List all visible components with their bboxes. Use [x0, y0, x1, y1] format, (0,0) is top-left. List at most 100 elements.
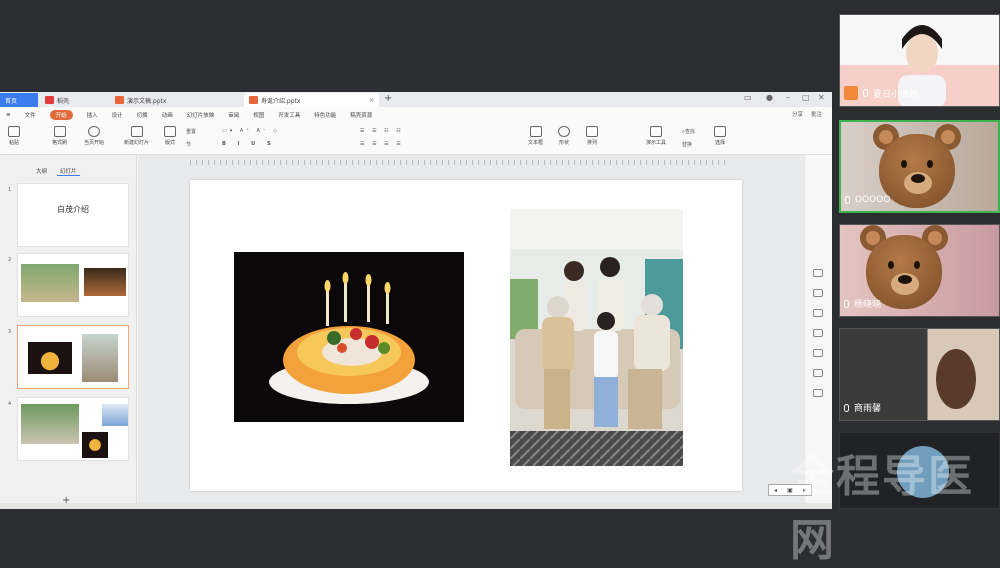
window-icon[interactable]: ▭: [744, 93, 752, 102]
microphone-icon: [844, 299, 849, 308]
thumbnail-title: 白茂介绍: [57, 205, 89, 214]
button-label: 重置: [186, 129, 197, 135]
play-icon: [88, 126, 100, 137]
tool-icon[interactable]: [813, 349, 823, 357]
microphone-icon: [845, 196, 850, 204]
zoom-out-icon[interactable]: ◂: [774, 487, 777, 494]
font-style-controls[interactable]: B I U S: [222, 141, 276, 147]
button-label: 查找: [684, 129, 695, 135]
participant-label: OOOOO: [845, 195, 890, 205]
close-icon[interactable]: ×: [369, 97, 374, 104]
slide-number: 2: [8, 257, 12, 263]
cake-illustration: [269, 272, 429, 404]
menu-item-design[interactable]: 设计: [112, 111, 123, 119]
tab-current-document[interactable]: 寿诞介绍.pptx ×: [244, 93, 379, 107]
hamburger-icon[interactable]: ≡: [6, 112, 11, 118]
slide-thumbnail-1[interactable]: 白茂介绍: [17, 183, 129, 247]
docer-icon: [45, 96, 54, 104]
find-button[interactable]: ⌕查找: [682, 128, 695, 135]
close-window-icon[interactable]: ✕: [818, 93, 825, 102]
avatar-icon[interactable]: ●: [766, 93, 773, 102]
document-tab-bar: 首页 稻壳 演示文稿.pptx 寿诞介绍.pptx × + ▭ ● – ▢ ✕: [0, 92, 832, 107]
button-label: 形状: [558, 140, 569, 146]
participant-tile-2[interactable]: OOOOO: [839, 120, 1000, 213]
tool-icon[interactable]: [813, 369, 823, 377]
desktop-background: [0, 0, 832, 92]
menu-item-home[interactable]: 开始: [49, 109, 73, 120]
minimize-icon[interactable]: –: [786, 93, 790, 102]
reset-button[interactable]: 重置: [186, 128, 196, 135]
tab-home[interactable]: 首页: [0, 93, 38, 107]
menu-item-animation[interactable]: 动画: [162, 111, 173, 119]
cursor-icon: [714, 126, 726, 137]
layout-button[interactable]: 版式: [164, 126, 176, 146]
participant-tile-4[interactable]: 商雨馨: [839, 328, 1000, 421]
thumbnail-photo: [21, 404, 79, 444]
paste-button[interactable]: 粘贴: [8, 126, 20, 146]
textbox-button[interactable]: 文本框: [528, 126, 543, 146]
menu-item-resources[interactable]: 稿壳资源: [350, 111, 372, 119]
arrange-button[interactable]: 排列: [586, 126, 598, 146]
thumbnail-photo: [82, 432, 108, 458]
alignment-controls[interactable]: ☰ ☰ ☰ ☰: [360, 141, 404, 147]
presentation-app-window: 首页 稻壳 演示文稿.pptx 寿诞介绍.pptx × + ▭ ● – ▢ ✕ ≡…: [0, 92, 832, 509]
menu-item-insert[interactable]: 插入: [87, 111, 98, 119]
slide-thumbnail-2[interactable]: [17, 253, 129, 317]
participant-tile-3[interactable]: 杨晓晓: [839, 224, 1000, 317]
maximize-icon[interactable]: ▢: [802, 93, 810, 102]
menu-item-review[interactable]: 审阅: [228, 111, 239, 119]
thumbnail-photo: [21, 264, 79, 302]
tab-docer[interactable]: 稻壳: [40, 93, 108, 107]
tool-icon[interactable]: [813, 269, 823, 277]
menu-item-transition[interactable]: 切换: [137, 111, 148, 119]
thumbnail-cake-photo: [28, 342, 72, 374]
button-label: 粘贴: [8, 140, 19, 146]
microphone-icon: [844, 403, 849, 412]
tab-presentation[interactable]: 演示文稿.pptx: [110, 93, 240, 107]
tab-label: 寿诞介绍.pptx: [261, 97, 301, 105]
format-painter-button[interactable]: 格式刷: [52, 126, 67, 146]
participant-name: 商雨馨: [854, 404, 882, 414]
replace-button[interactable]: 替换: [682, 141, 692, 148]
menu-item-view[interactable]: 视图: [253, 111, 264, 119]
comment-button[interactable]: 批注: [811, 110, 822, 118]
font-format-controls[interactable]: ▭▾ A⁺ A⁻ ◇: [222, 128, 280, 134]
family-photo[interactable]: [510, 209, 683, 466]
participant-label: 杨晓晓: [844, 297, 881, 310]
select-button[interactable]: 选择: [714, 126, 726, 146]
cake-photo[interactable]: [234, 252, 464, 422]
section-button[interactable]: 节: [186, 141, 191, 148]
participant-name: 夏日小清新: [873, 89, 919, 100]
new-tab-button[interactable]: +: [384, 93, 392, 104]
slide-thumbnail-3[interactable]: [17, 325, 129, 389]
menu-item-developer[interactable]: 开发工具: [278, 111, 300, 119]
tab-slides[interactable]: 幻灯片: [57, 167, 80, 176]
tool-icon[interactable]: [813, 309, 823, 317]
button-label: 选择: [714, 140, 725, 146]
arrange-icon: [586, 126, 598, 137]
tool-icon[interactable]: [813, 289, 823, 297]
tab-label: 稻壳: [57, 97, 70, 105]
slide-thumbnail-4[interactable]: [17, 397, 129, 461]
tool-icon[interactable]: [813, 329, 823, 337]
participant-tile-1[interactable]: 夏日小清新: [839, 14, 1000, 107]
status-bar: [0, 503, 832, 509]
panel-tabs: 大纲 幻灯片: [36, 167, 80, 176]
participant-name: 杨晓晓: [854, 300, 882, 310]
tab-outline[interactable]: 大纲: [36, 167, 47, 176]
tab-label: 演示文稿.pptx: [127, 97, 167, 105]
current-slide[interactable]: [190, 180, 742, 491]
menu-item-file[interactable]: 文件: [25, 111, 36, 119]
paste-icon: [8, 126, 20, 137]
presentation-tools-button[interactable]: 演示工具: [646, 126, 666, 146]
share-button[interactable]: 分享: [792, 110, 803, 118]
menu-item-slideshow[interactable]: 幻灯片放映: [187, 111, 215, 119]
tool-icon[interactable]: [813, 389, 823, 397]
play-from-current-button[interactable]: 当页开始: [84, 126, 104, 146]
menu-item-special[interactable]: 特色功能: [314, 111, 336, 119]
new-slide-button[interactable]: 新建幻灯片: [124, 126, 149, 146]
paragraph-controls[interactable]: ☰ ☰ ☷ ☷: [360, 128, 404, 134]
shape-button[interactable]: 形状: [558, 126, 570, 146]
new-slide-icon: [130, 126, 143, 137]
thumbnail-photo: [84, 268, 126, 296]
